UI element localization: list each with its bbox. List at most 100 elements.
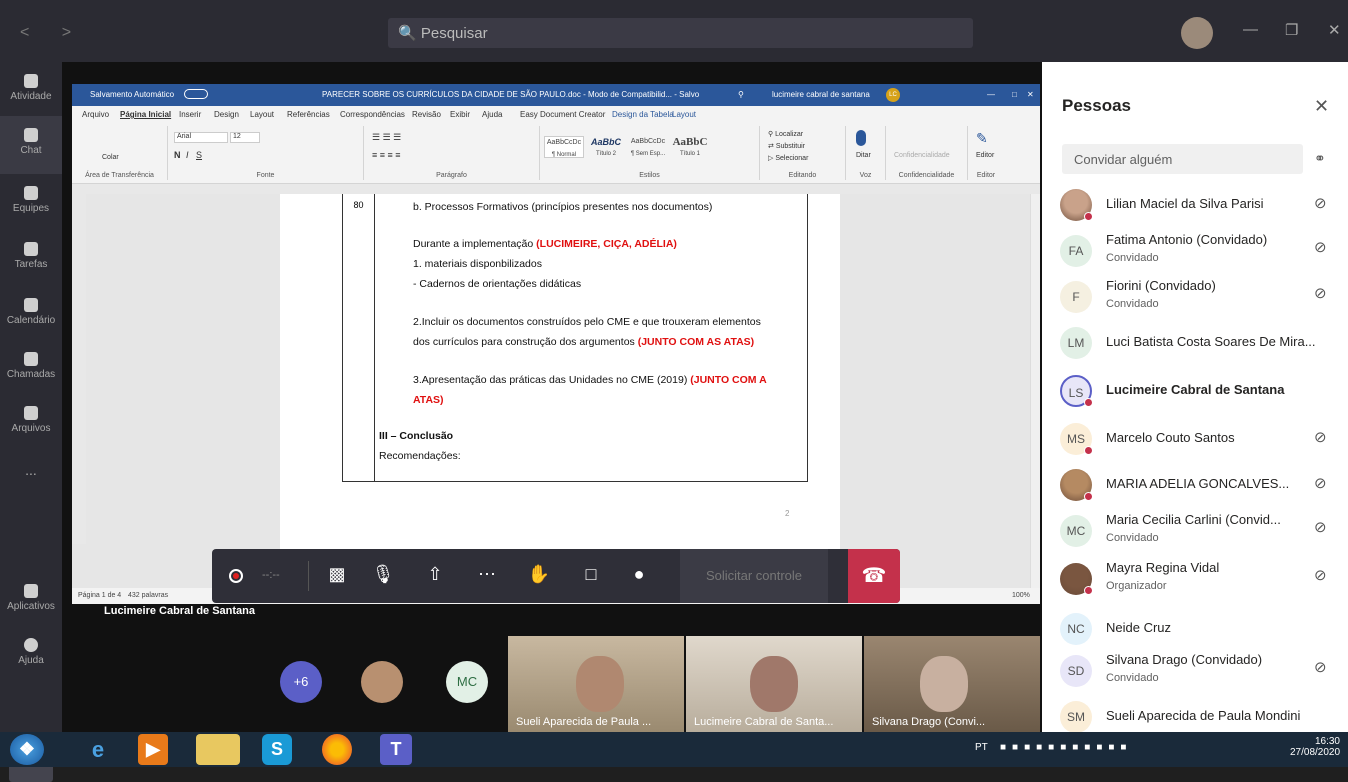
- participant-initials: MC: [1060, 515, 1092, 547]
- participant-row[interactable]: LM Luci Batista Costa Soares De Mira...: [1042, 320, 1348, 366]
- participant-row[interactable]: MS Marcelo Couto Santos ⊘: [1042, 416, 1348, 462]
- editor-button[interactable]: Editor: [976, 152, 994, 159]
- menu-layout[interactable]: Layout: [250, 110, 274, 119]
- style-titulo1[interactable]: AaBbC Título 1: [670, 136, 710, 158]
- menu-layout-tabela[interactable]: Layout: [672, 110, 696, 119]
- request-control-button[interactable]: Solicitar controle: [680, 549, 828, 603]
- invite-input[interactable]: Convidar alguém: [1062, 144, 1303, 174]
- participant-row[interactable]: MC Maria Cecilia Carlini (Convid... Convid…: [1042, 508, 1348, 554]
- video-tile[interactable]: Lucimeire Cabral de Santa...: [686, 636, 862, 732]
- raise-hand-button[interactable]: ✋: [524, 564, 554, 585]
- participants-button[interactable]: ●: [624, 564, 654, 585]
- participant-name: Sueli Aparecida de Paula Mondini: [1106, 708, 1301, 723]
- rail-arquivos[interactable]: Arquivos: [0, 400, 62, 434]
- participant-name: Fiorini (Convidado): [1106, 278, 1216, 293]
- tray-icons[interactable]: ■■■■■■■■■■■: [1000, 742, 1132, 753]
- participant-role: Convidado: [1106, 298, 1159, 310]
- taskbar-clock[interactable]: 16:30 27/08/2020: [1290, 736, 1340, 758]
- style-normal[interactable]: AaBbCcDc ¶ Normal: [544, 136, 584, 158]
- menu-inserir[interactable]: Inserir: [179, 110, 201, 119]
- menu-design[interactable]: Design: [214, 110, 239, 119]
- chrome-icon[interactable]: [322, 734, 352, 765]
- paste-button[interactable]: Colar: [102, 154, 119, 161]
- participant-row[interactable]: LS Lucimeire Cabral de Santana: [1042, 368, 1348, 414]
- search-input[interactable]: 🔍 Pesquisar: [388, 18, 973, 48]
- menu-design-tabela[interactable]: Design da Tabela: [612, 110, 674, 119]
- list-icon[interactable]: ☰ ☰ ☰: [372, 132, 401, 143]
- start-button[interactable]: ❖: [10, 734, 44, 765]
- bold-button[interactable]: N: [174, 150, 181, 160]
- menu-easy-doc[interactable]: Easy Document Creator: [520, 110, 605, 119]
- replace-button[interactable]: ⇄ Substituir: [768, 142, 805, 150]
- close-icon[interactable]: ✕: [1328, 21, 1341, 39]
- rail-ajuda[interactable]: Ajuda: [0, 632, 62, 666]
- media-icon[interactable]: ▶: [138, 734, 168, 765]
- font-name-select[interactable]: Arial: [174, 132, 228, 143]
- participant-row[interactable]: Mayra Regina Vidal Organizador ⊘: [1042, 556, 1348, 602]
- rail-atividade[interactable]: Atividade: [0, 68, 62, 116]
- nav-arrows[interactable]: < >: [20, 24, 85, 42]
- minimize-icon[interactable]: —: [1243, 21, 1258, 38]
- menu-revisao[interactable]: Revisão: [412, 110, 441, 119]
- word-search-icon[interactable]: ⚲: [738, 90, 744, 99]
- style-sem-esp[interactable]: AaBbCcDc ¶ Sem Esp...: [628, 136, 668, 158]
- status-zoom[interactable]: 100%: [1012, 592, 1030, 599]
- menu-ajuda[interactable]: Ajuda: [482, 110, 502, 119]
- menu-referencias[interactable]: Referências: [287, 110, 330, 119]
- font-size-select[interactable]: 12: [230, 132, 260, 143]
- language-indicator[interactable]: PT: [975, 742, 988, 753]
- restore-icon[interactable]: ❐: [1285, 21, 1298, 39]
- word-scrollbar[interactable]: [1030, 194, 1040, 588]
- rail-chamadas[interactable]: Chamadas: [0, 346, 62, 380]
- more-participants-button[interactable]: +6: [280, 661, 322, 703]
- explorer-icon[interactable]: [196, 734, 240, 765]
- rail-equipes[interactable]: Equipes: [0, 180, 62, 214]
- rail-more[interactable]: ...: [0, 462, 62, 478]
- participant-row[interactable]: MARIA ADELIA GONCALVES... ⊘: [1042, 462, 1348, 508]
- doc-item3-red: (JUNTO COM A: [690, 374, 767, 386]
- underline-button[interactable]: S: [196, 150, 202, 160]
- menu-pagina-inicial[interactable]: Página Inicial: [120, 110, 171, 119]
- participant-row[interactable]: FA Fatima Antonio (Convidado) Convidado ⊘: [1042, 228, 1348, 274]
- ie-icon[interactable]: e: [76, 734, 120, 765]
- participant-role: Organizador: [1106, 580, 1167, 592]
- link-icon[interactable]: ⚭: [1314, 150, 1326, 167]
- hang-up-button[interactable]: ☎: [848, 549, 900, 603]
- chat-button[interactable]: □: [576, 564, 606, 585]
- style-titulo2[interactable]: AaBbC Título 2: [586, 136, 626, 158]
- menu-correspondencias[interactable]: Correspondências: [340, 110, 405, 119]
- video-tile[interactable]: Sueli Aparecida de Paula ...: [508, 636, 684, 732]
- word-user-avatar[interactable]: LC: [886, 88, 900, 102]
- sensitivity-button[interactable]: Confidencialidade: [894, 152, 950, 159]
- menu-arquivo[interactable]: Arquivo: [82, 110, 109, 119]
- word-minimize-icon[interactable]: —: [987, 90, 995, 99]
- select-button[interactable]: ▷ Selecionar: [768, 154, 808, 162]
- video-tile[interactable]: Silvana Drago (Convi...: [864, 636, 1040, 732]
- mic-off-button[interactable]: 🎙: [368, 564, 398, 585]
- editor-label: Editor: [976, 172, 996, 179]
- skype-icon[interactable]: S: [262, 734, 292, 765]
- menu-exibir[interactable]: Exibir: [450, 110, 470, 119]
- rail-chat[interactable]: Chat: [0, 116, 62, 174]
- more-actions-button[interactable]: ⋯: [472, 564, 502, 585]
- italic-button[interactable]: I: [186, 150, 189, 160]
- rail-calendario[interactable]: Calendário: [0, 292, 62, 326]
- share-screen-button[interactable]: ⇧: [420, 564, 450, 585]
- find-button[interactable]: ⚲ Localizar: [768, 130, 803, 138]
- rail-tarefas[interactable]: Tarefas: [0, 236, 62, 270]
- align-icon[interactable]: ≡ ≡ ≡ ≡: [372, 150, 401, 160]
- participant-row[interactable]: F Fiorini (Convidado) Convidado ⊘: [1042, 274, 1348, 320]
- dictate-button[interactable]: Ditar: [856, 152, 871, 159]
- autosave-toggle[interactable]: [184, 89, 208, 99]
- rail-aplicativos[interactable]: Aplicativos: [0, 578, 62, 612]
- teams-taskbar-icon[interactable]: T: [380, 734, 412, 765]
- participant-row[interactable]: Lilian Maciel da Silva Parisi ⊘: [1042, 182, 1348, 228]
- word-restore-icon[interactable]: □: [1012, 90, 1017, 99]
- user-avatar[interactable]: [1181, 17, 1213, 49]
- participant-row[interactable]: SD Silvana Drago (Convidado) Convidado ⊘: [1042, 648, 1348, 694]
- camera-off-button[interactable]: ▩: [322, 564, 352, 585]
- participant-role: Convidado: [1106, 672, 1159, 684]
- panel-close-icon[interactable]: ✕: [1314, 96, 1329, 117]
- word-close-icon[interactable]: ✕: [1027, 90, 1034, 99]
- participant-row[interactable]: NC Neide Cruz: [1042, 606, 1348, 652]
